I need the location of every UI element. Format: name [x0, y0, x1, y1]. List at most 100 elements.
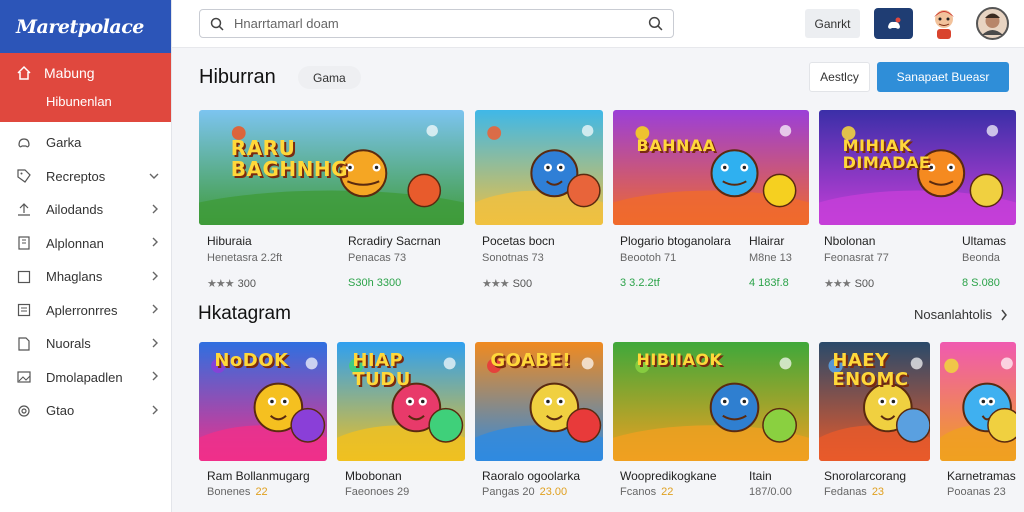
game-thumbnail[interactable]: NoDOK: [199, 342, 327, 461]
sidebar-item-8[interactable]: Gtao: [0, 394, 171, 428]
game-thumbnail[interactable]: HAEY ENOMC: [819, 342, 930, 461]
game-meta-value: 8 S.080: [962, 277, 1000, 289]
game-subtitle: Bonenes 22: [207, 486, 268, 498]
game-subtitle: Pangas 20 23.00: [482, 486, 567, 498]
image-icon: [16, 369, 32, 385]
game-thumbnail[interactable]: HIBIIAOK: [613, 342, 809, 461]
game-controller-button[interactable]: [874, 8, 913, 39]
game-title: Itain: [749, 469, 772, 483]
game-meta-value: S30h 3300: [348, 277, 402, 289]
game-thumbnail[interactable]: [475, 110, 603, 225]
game-meta-value: S00: [512, 278, 533, 290]
sidebar-item-label: Alplonnan: [46, 235, 104, 251]
section-title-hiburran: Hiburran: [199, 66, 276, 88]
chevron-right-icon[interactable]: [151, 236, 159, 250]
top-bar: Ganrkt: [172, 0, 1024, 48]
mascot-avatar[interactable]: [929, 7, 959, 40]
tag-icon: [16, 168, 32, 184]
game-subtitle: Sonotnas 73: [482, 252, 544, 264]
game-subtitle: Penacas 73: [348, 252, 407, 264]
game-title: Plogario btoganolara: [620, 234, 731, 248]
game-price: 22: [661, 486, 674, 498]
search-submit-icon[interactable]: [648, 16, 663, 31]
game-thumbnail[interactable]: BAHNAA: [613, 110, 809, 225]
game-subtitle: Faeonoes 29: [345, 486, 409, 498]
chevron-right-icon[interactable]: [151, 203, 159, 217]
game-subtitle-text: Fcanos: [620, 486, 657, 498]
sidebar-active-label: Mabung: [44, 65, 95, 81]
game-title: Mbobonan: [345, 469, 402, 483]
user-avatar[interactable]: [976, 7, 1009, 40]
chevron-right-icon[interactable]: [151, 370, 159, 384]
game-thumbnail[interactable]: [940, 342, 1016, 461]
game-thumbnail[interactable]: RARU BAGHNHG: [199, 110, 464, 225]
see-all-link[interactable]: Nosanlahtolis: [914, 307, 1008, 322]
chevron-down-icon[interactable]: [149, 169, 159, 183]
game-title: Raoralo ogoolarka: [482, 469, 581, 483]
thumbnail-title: RARU BAGHNHG: [230, 136, 349, 181]
game-meta: 8 S.080: [962, 277, 1000, 289]
chevron-right-icon[interactable]: [151, 404, 159, 418]
game-subtitle-text: Faeonoes 29: [345, 486, 410, 498]
list-icon: [16, 302, 32, 318]
search-input[interactable]: [234, 16, 648, 31]
search-bar: [199, 9, 674, 38]
game-title: Nbolonan: [824, 234, 876, 248]
search-icon: [210, 17, 224, 31]
sidebar-item-label: Nuorals: [46, 336, 91, 352]
game-meta: 4 183f.8: [749, 277, 789, 289]
game-subtitle: Pooanas 23: [947, 486, 1006, 498]
game-subtitle-text: Fedanas: [824, 486, 867, 498]
rating-stars-icon: ★★★: [482, 278, 510, 290]
primary-button[interactable]: Sanapaet Bueasr: [877, 62, 1009, 92]
game-subtitle: M8ne 13: [749, 252, 792, 264]
game-thumbnail[interactable]: GOABE!: [475, 342, 603, 461]
thumbnail-title: HIBIIAOK: [636, 350, 723, 369]
game-title: Woopredikogkane: [620, 469, 717, 483]
sidebar-item-4[interactable]: Mhaglans: [0, 260, 171, 294]
sidebar-item-3[interactable]: Alplonnan: [0, 227, 171, 261]
app-logo[interactable]: Maretpolace: [16, 16, 144, 38]
upload-icon: [16, 202, 32, 218]
sidebar-item-2[interactable]: Ailodands: [0, 193, 171, 227]
controller-icon: [887, 17, 900, 29]
filter-chip[interactable]: Gama: [298, 66, 361, 89]
sidebar-active-sublabel[interactable]: Hibunenlan: [46, 94, 171, 109]
chevron-right-icon[interactable]: [151, 270, 159, 284]
sidebar-item-active[interactable]: Mabung Hibunenlan: [0, 53, 171, 122]
game-meta-value: 4 183f.8: [749, 277, 789, 289]
sidebar-item-5[interactable]: Aplerronrres: [0, 294, 171, 328]
sidebar-item-0[interactable]: Garka: [0, 126, 171, 160]
sidebar-item-7[interactable]: Dmolapadlen: [0, 361, 171, 395]
game-price: 23: [871, 486, 885, 498]
rating-stars-icon: ★★★: [207, 278, 235, 290]
sidebar-item-6[interactable]: Nuorals: [0, 327, 171, 361]
game-icon: [16, 135, 32, 151]
thumbnail-title: GOABE!: [490, 350, 572, 371]
game-price: 23.00: [539, 486, 568, 498]
game-title: Hiburaia: [207, 234, 252, 248]
game-thumbnail[interactable]: MIHIAK DIMADAE: [819, 110, 1016, 225]
document-icon: [16, 336, 32, 352]
game-price: 22: [255, 486, 268, 498]
secondary-button[interactable]: Aestlcy: [809, 62, 870, 92]
gear-icon: [16, 403, 32, 419]
game-subtitle: Fedanas 23: [824, 486, 884, 498]
game-thumbnail[interactable]: HIAP TUDU: [337, 342, 465, 461]
sidebar-item-label: Dmolapadlen: [46, 369, 123, 385]
sidebar-item-1[interactable]: Recreptos: [0, 160, 171, 194]
home-icon: [17, 65, 31, 80]
sidebar-item-label: Aplerronrres: [46, 302, 118, 318]
chevron-right-icon[interactable]: [151, 337, 159, 351]
game-title: Snorolarcorang: [824, 469, 907, 483]
game-title: Hlairar: [749, 234, 785, 248]
thumbnail-title: MIHIAK DIMADAE: [842, 136, 931, 172]
game-meta: ★★★ 300: [207, 277, 256, 290]
sidebar-item-label: Mhaglans: [46, 269, 103, 285]
game-title: Rcradiry Sacrnan: [348, 234, 441, 248]
square-icon: [16, 269, 32, 285]
chevron-right-icon[interactable]: [151, 303, 159, 317]
game-subtitle: 187/0.00: [749, 486, 792, 498]
gamit-button[interactable]: Ganrkt: [805, 9, 860, 38]
game-subtitle: Beonda: [962, 252, 1000, 264]
